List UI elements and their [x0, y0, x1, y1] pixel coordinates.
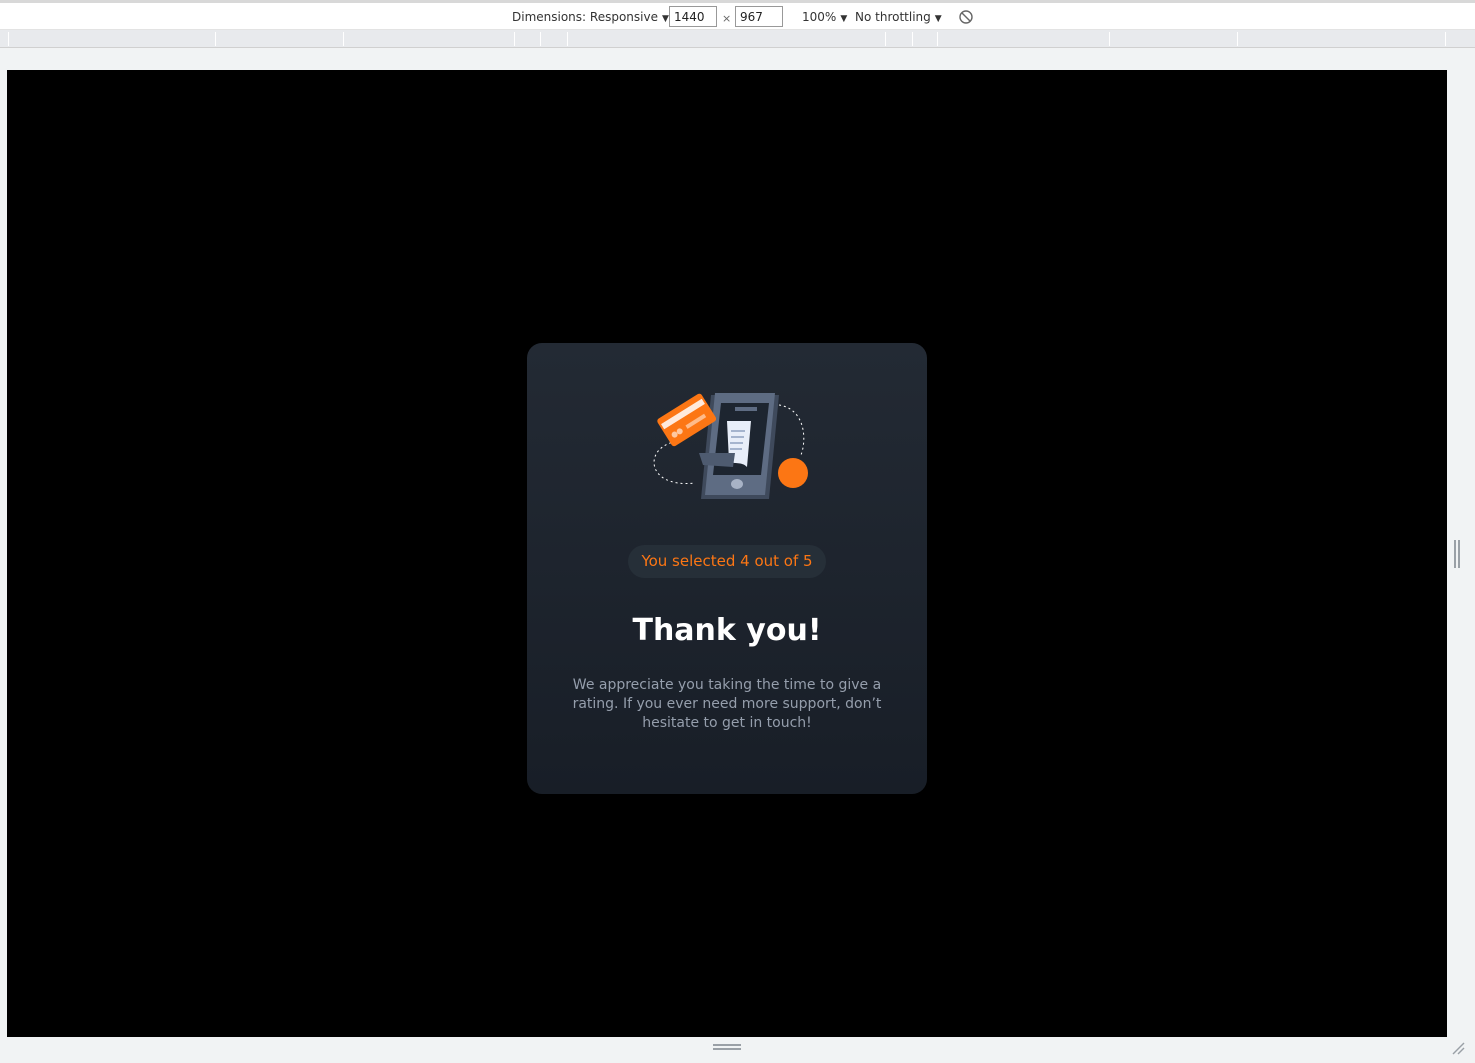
caret-down-icon: ▼ — [661, 14, 669, 24]
ruler-segment[interactable] — [1445, 32, 1446, 46]
zoom-dropdown[interactable]: 100% ▼ — [802, 10, 847, 24]
caret-down-icon: ▼ — [840, 14, 848, 24]
throttling-dropdown[interactable]: No throttling ▼ — [855, 10, 942, 24]
rotate-icon[interactable] — [958, 9, 974, 25]
ruler-segment[interactable] — [343, 32, 344, 46]
ruler-segment[interactable] — [912, 32, 913, 46]
height-input[interactable] — [735, 6, 783, 27]
right-resize-handle[interactable] — [1454, 540, 1460, 568]
rating-badge: You selected 4 out of 5 — [628, 545, 826, 578]
caret-down-icon: ▼ — [934, 14, 942, 24]
device-toolbar: Dimensions: Responsive▼ × 100%▼ No throt… — [0, 0, 1475, 30]
width-input[interactable] — [669, 6, 717, 27]
ruler-segment[interactable] — [8, 32, 9, 46]
times-sign: × — [722, 12, 732, 25]
ruler-segment[interactable] — [514, 32, 515, 46]
thank-you-title: Thank you! — [632, 613, 822, 648]
ruler-segment[interactable] — [1237, 32, 1238, 46]
ruler-segment[interactable] — [215, 32, 216, 46]
ruler-segment[interactable] — [567, 32, 568, 46]
ruler-segment[interactable] — [1109, 32, 1110, 46]
ruler-segment[interactable] — [540, 32, 541, 46]
ruler-segment[interactable] — [885, 32, 886, 46]
zoom-label: 100% — [802, 10, 837, 24]
media-query-ruler[interactable] — [0, 30, 1475, 48]
corner-resize-icon[interactable] — [1450, 1040, 1466, 1056]
thank-you-message: We appreciate you taking the time to giv… — [572, 677, 882, 731]
page-viewport: You selected 4 out of 5 Thank you! We ap… — [7, 70, 1447, 1037]
bottom-resize-handle[interactable] — [713, 1044, 741, 1050]
dimensions-dropdown[interactable]: Dimensions: Responsive ▼ — [512, 10, 669, 24]
thank-you-card: You selected 4 out of 5 Thank you! We ap… — [527, 343, 927, 794]
ruler-segment[interactable] — [937, 32, 938, 46]
throttling-label: No throttling — [855, 10, 931, 24]
phone-payment-illustration-icon — [653, 393, 808, 499]
dimensions-label: Dimensions: Responsive — [512, 10, 658, 24]
